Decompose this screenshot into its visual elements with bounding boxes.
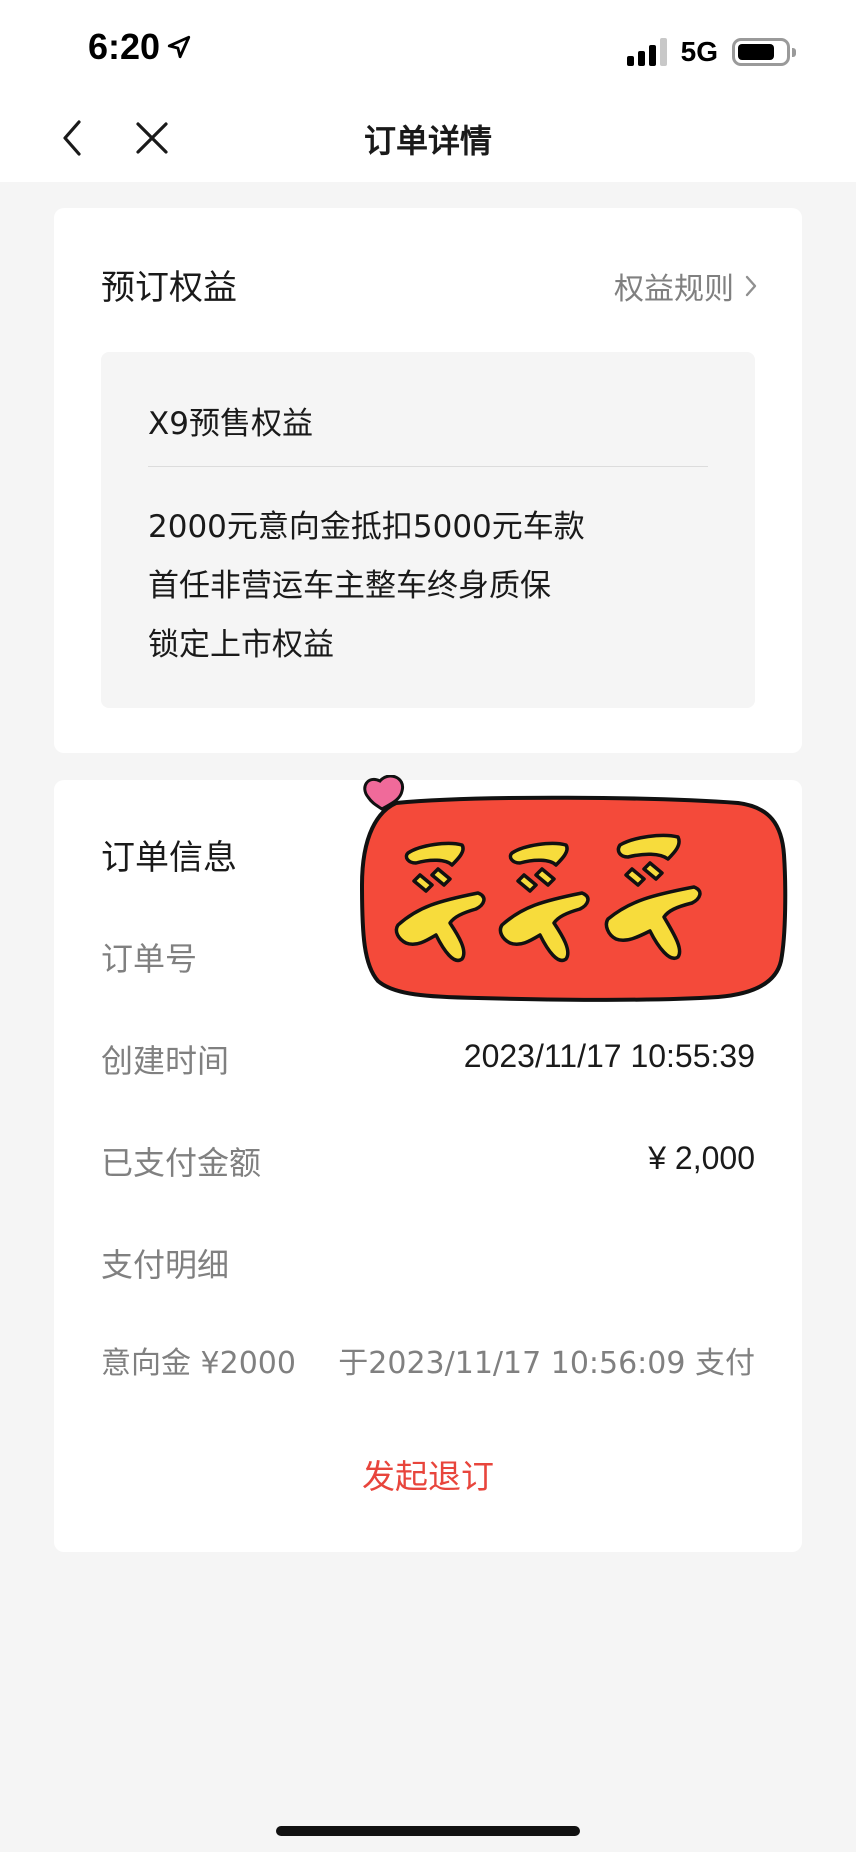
status-time-text: 6:20 — [88, 26, 161, 67]
home-indicator[interactable] — [276, 1826, 580, 1836]
benefit-box-title: X9预售权益 — [148, 406, 313, 442]
chevron-right-icon — [745, 275, 757, 297]
list-item: 锁定上市权益 — [148, 627, 334, 663]
status-bar-right: 5G — [626, 34, 796, 70]
location-arrow-icon — [167, 35, 191, 59]
order-section-title: 订单信息 — [101, 838, 237, 878]
network-type: 5G — [680, 36, 718, 67]
header-area: 6:20 5G 订单详情 — [0, 0, 856, 182]
page-title: 订单详情 — [363, 122, 492, 160]
status-bar-time: 6:20 — [88, 26, 192, 68]
deposit-detail-label: 意向金 ¥2000 — [101, 1346, 296, 1381]
benefit-rules-link[interactable]: 权益规则 — [614, 264, 758, 308]
benefits-section-title: 预订权益 — [101, 268, 237, 308]
benefit-rules-label: 权益规则 — [614, 272, 734, 307]
refund-button[interactable]: 发起退订 — [54, 1450, 802, 1498]
benefit-box: X9预售权益 2000元意向金抵扣5000元车款 首任非营运车主整车终身质保 锁… — [101, 352, 755, 708]
created-time-label: 创建时间 — [101, 1042, 230, 1080]
list-item: 2000元意向金抵扣5000元车款 — [148, 509, 585, 545]
deposit-detail-value: 于2023/11/17 10:56:09 支付 — [338, 1346, 755, 1381]
list-item: 首任非营运车主整车终身质保 — [148, 568, 551, 604]
paid-amount-value: ¥ 2,000 — [648, 1140, 755, 1176]
battery-icon — [732, 38, 796, 66]
divider — [148, 466, 708, 467]
sticker-buy-icon — [359, 775, 788, 1002]
order-number-label: 订单号 — [101, 940, 198, 978]
paid-amount-label: 已支付金额 — [101, 1144, 262, 1182]
created-time-value: 2023/11/17 10:55:39 — [463, 1038, 755, 1074]
benefits-card: 预订权益 权益规则 X9预售权益 2000元意向金抵扣5000元车款 首任非营运… — [54, 208, 802, 753]
benefit-list: 2000元意向金抵扣5000元车款 首任非营运车主整车终身质保 锁定上市权益 — [148, 498, 585, 675]
signal-icon — [626, 38, 667, 66]
payment-detail-label: 支付明细 — [101, 1246, 230, 1284]
